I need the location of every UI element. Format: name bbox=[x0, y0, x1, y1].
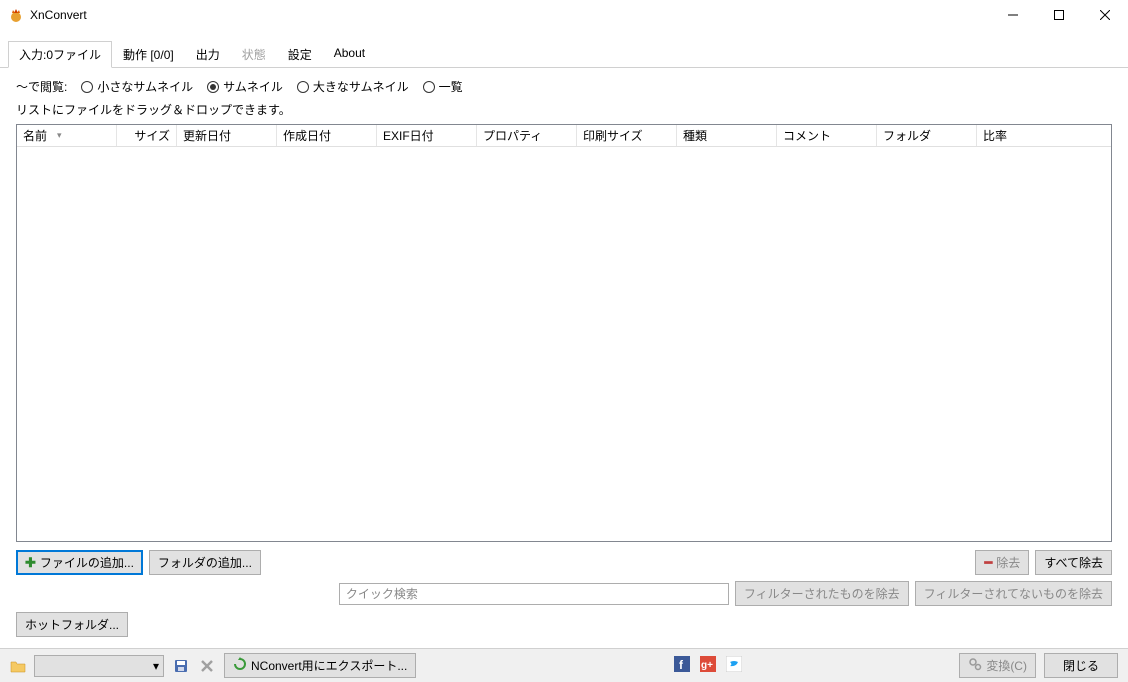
col-size[interactable]: サイズ bbox=[117, 125, 177, 146]
col-exif[interactable]: EXIF日付 bbox=[377, 125, 477, 146]
app-icon bbox=[8, 7, 24, 23]
tab-status: 状態 bbox=[231, 41, 277, 68]
hotfolder-row: ホットフォルダ... bbox=[16, 612, 1112, 637]
window-title: XnConvert bbox=[30, 8, 87, 22]
radio-small-thumb[interactable]: 小さなサムネイル bbox=[81, 78, 193, 95]
save-icon[interactable] bbox=[172, 657, 190, 675]
export-nconvert-button[interactable]: NConvert用にエクスポート... bbox=[224, 653, 416, 678]
tabbar: 入力:0ファイル 動作 [0/0] 出力 状態 設定 About bbox=[0, 40, 1128, 68]
tab-settings[interactable]: 設定 bbox=[277, 41, 323, 68]
table-header: 名前▾ サイズ 更新日付 作成日付 EXIF日付 プロパティ 印刷サイズ 種類 … bbox=[17, 125, 1111, 147]
col-properties[interactable]: プロパティ bbox=[477, 125, 577, 146]
file-buttons: ✚ファイルの追加... フォルダの追加... ━除去 すべて除去 bbox=[16, 550, 1112, 575]
minus-icon: ━ bbox=[984, 555, 992, 571]
add-folder-button[interactable]: フォルダの追加... bbox=[149, 550, 261, 575]
minimize-button[interactable] bbox=[990, 0, 1036, 30]
add-file-button[interactable]: ✚ファイルの追加... bbox=[16, 550, 143, 575]
col-ratio[interactable]: 比率 bbox=[977, 125, 1111, 146]
statusbar: ▾ NConvert用にエクスポート... f g+ 変換(C) 閉じる bbox=[0, 648, 1128, 682]
plus-icon: ✚ bbox=[25, 555, 36, 571]
drag-hint: リストにファイルをドラッグ＆ドロップできます。 bbox=[16, 101, 1112, 118]
filter-row: フィルターされたものを除去 フィルターされてないものを除去 bbox=[16, 581, 1112, 606]
close-button[interactable] bbox=[1082, 0, 1128, 30]
view-options: ～で閲覧: 小さなサムネイル サムネイル 大きなサムネイル 一覧 bbox=[16, 78, 1112, 95]
col-name[interactable]: 名前▾ bbox=[17, 125, 117, 146]
convert-button[interactable]: 変換(C) bbox=[959, 653, 1036, 678]
chevron-down-icon: ▾ bbox=[153, 659, 159, 673]
folder-icon[interactable] bbox=[10, 658, 26, 674]
tab-input[interactable]: 入力:0ファイル bbox=[8, 41, 112, 68]
maximize-button[interactable] bbox=[1036, 0, 1082, 30]
col-kind[interactable]: 種類 bbox=[677, 125, 777, 146]
tab-actions[interactable]: 動作 [0/0] bbox=[112, 41, 185, 68]
svg-text:g+: g+ bbox=[701, 660, 713, 671]
file-table[interactable]: 名前▾ サイズ 更新日付 作成日付 EXIF日付 プロパティ 印刷サイズ 種類 … bbox=[16, 124, 1112, 542]
gears-icon bbox=[968, 657, 982, 674]
titlebar: XnConvert bbox=[0, 0, 1128, 30]
radio-thumb[interactable]: サムネイル bbox=[207, 78, 283, 95]
radio-large-thumb[interactable]: 大きなサムネイル bbox=[297, 78, 409, 95]
gplus-icon[interactable]: g+ bbox=[700, 656, 716, 675]
col-created[interactable]: 作成日付 bbox=[277, 125, 377, 146]
close-app-button[interactable]: 閉じる bbox=[1044, 653, 1118, 678]
sort-icon: ▾ bbox=[57, 130, 62, 141]
radio-list[interactable]: 一覧 bbox=[423, 78, 463, 95]
hot-folder-button[interactable]: ホットフォルダ... bbox=[16, 612, 128, 637]
col-modified[interactable]: 更新日付 bbox=[177, 125, 277, 146]
remove-not-filtered-button[interactable]: フィルターされてないものを除去 bbox=[915, 581, 1112, 606]
remove-button[interactable]: ━除去 bbox=[975, 550, 1029, 575]
view-prefix: ～で閲覧: bbox=[16, 78, 67, 95]
col-comment[interactable]: コメント bbox=[777, 125, 877, 146]
tab-about[interactable]: About bbox=[323, 41, 376, 68]
delete-icon[interactable] bbox=[198, 657, 216, 675]
twitter-icon[interactable] bbox=[726, 656, 742, 675]
col-printsize[interactable]: 印刷サイズ bbox=[577, 125, 677, 146]
remove-filtered-button[interactable]: フィルターされたものを除去 bbox=[735, 581, 909, 606]
col-folder[interactable]: フォルダ bbox=[877, 125, 977, 146]
social-icons: f g+ bbox=[674, 656, 742, 675]
remove-all-button[interactable]: すべて除去 bbox=[1035, 550, 1112, 575]
preset-combo[interactable]: ▾ bbox=[34, 655, 164, 677]
tab-output[interactable]: 出力 bbox=[185, 41, 231, 68]
refresh-icon bbox=[233, 657, 247, 674]
quick-search-input[interactable] bbox=[339, 583, 729, 605]
facebook-icon[interactable]: f bbox=[674, 656, 690, 675]
